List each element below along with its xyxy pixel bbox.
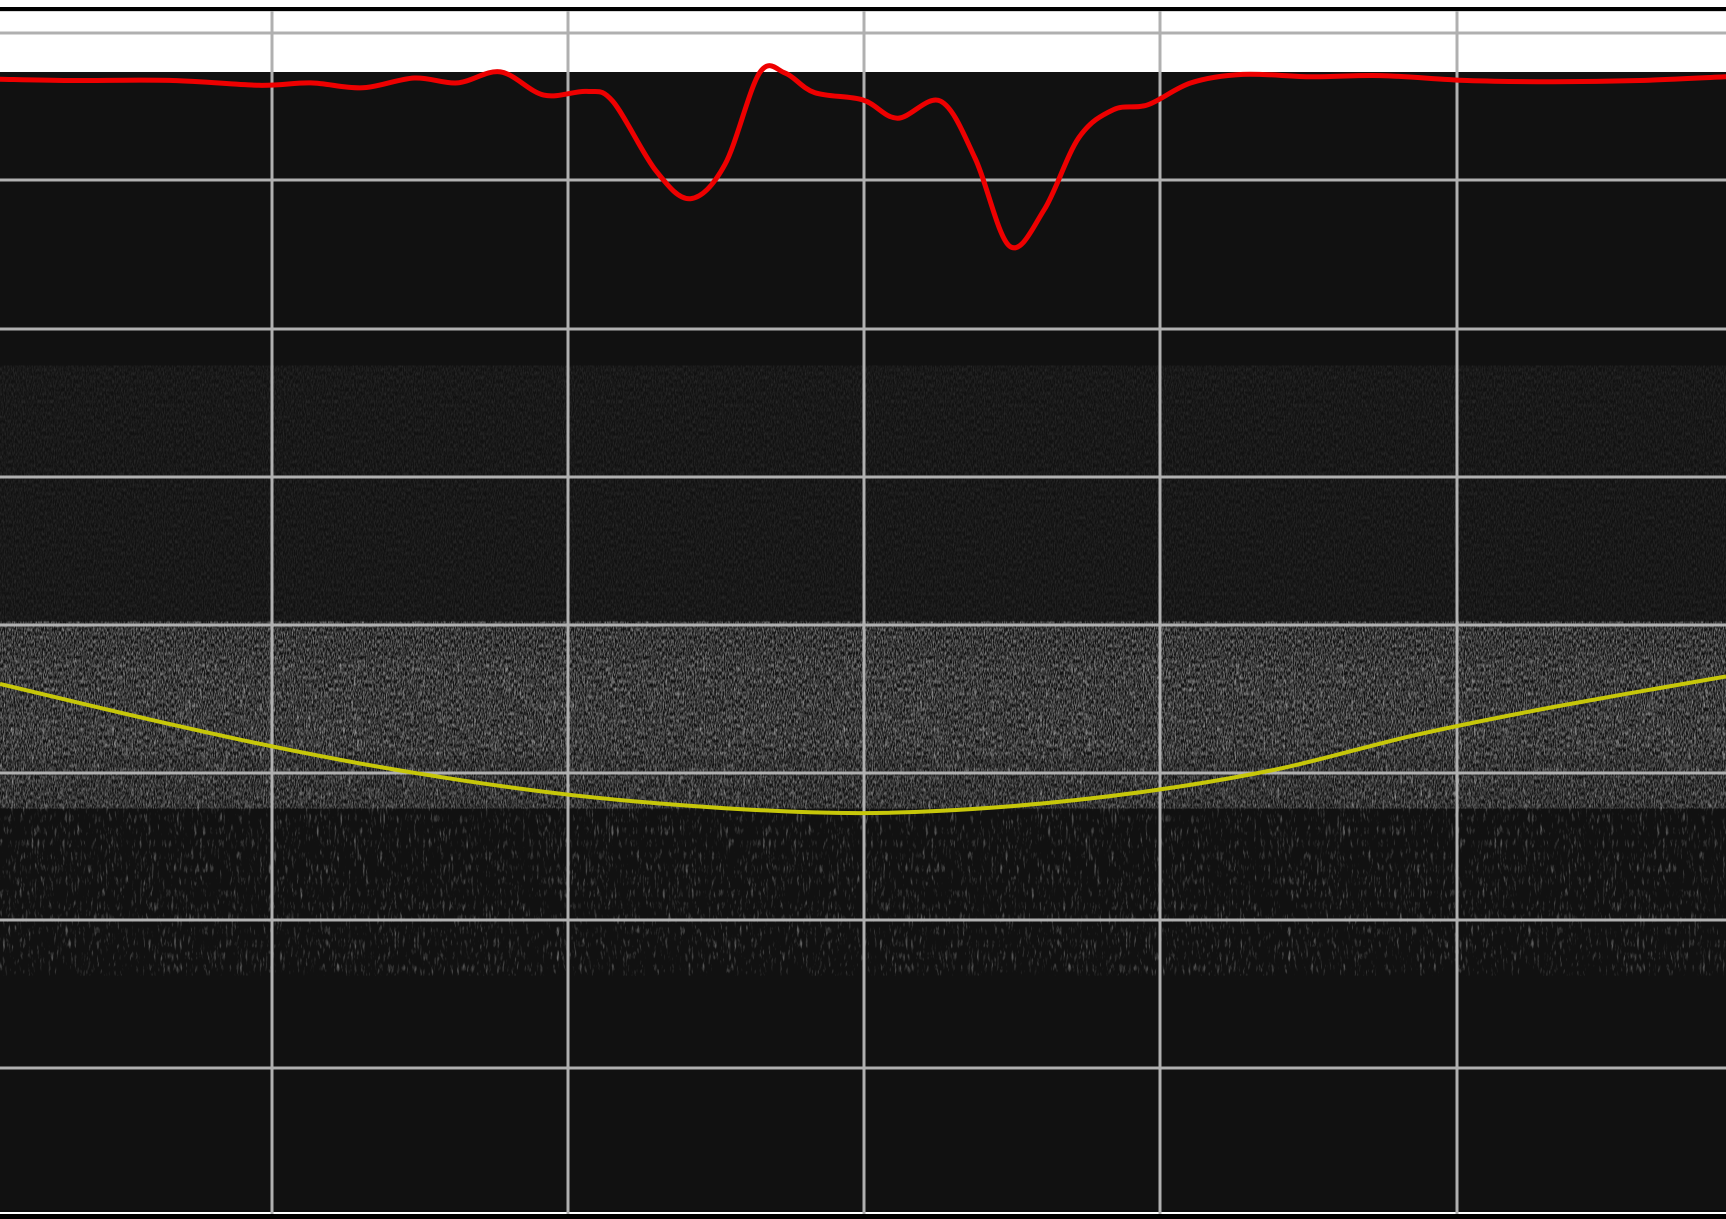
frame-bottom-border bbox=[0, 1214, 1726, 1219]
frame-top-border bbox=[0, 7, 1726, 11]
oct-scan-figure bbox=[0, 0, 1726, 1219]
